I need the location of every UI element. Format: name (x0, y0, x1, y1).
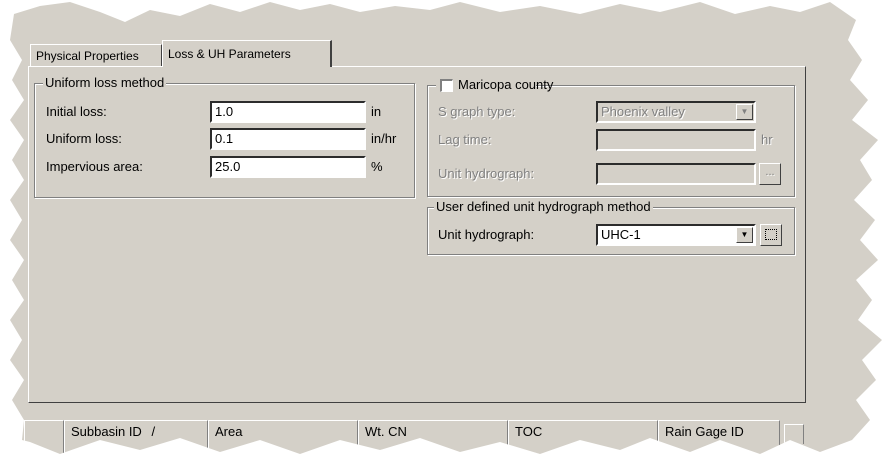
grid-col-area[interactable]: Area (208, 420, 358, 454)
chevron-down-icon[interactable]: ▼ (736, 227, 753, 243)
browse-label: ... (765, 166, 775, 178)
maricopa-checkbox[interactable] (440, 79, 453, 92)
grid-col-toc[interactable]: TOC (508, 420, 658, 454)
grid-scroll-button[interactable] (784, 424, 804, 444)
lag-time-input[interactable] (596, 129, 756, 151)
maricopa-unit-hydrograph-label: Unit hydrograph: (438, 166, 535, 181)
s-graph-type-value: Phoenix valley (601, 104, 685, 119)
unit-hydrograph-label: Unit hydrograph: (438, 227, 535, 242)
lag-time-label: Lag time: (438, 132, 492, 147)
initial-loss-unit: in (371, 104, 382, 119)
grid-col-subbasin-id-label: Subbasin ID (71, 424, 142, 439)
initial-loss-label: Initial loss: (46, 104, 107, 119)
tab-loss-uh-parameters[interactable]: Loss & UH Parameters (162, 40, 332, 67)
subbasin-grid-header: Subbasin ID / Area Wt. CN TOC Rain Gage … (24, 420, 814, 454)
tab-physical-properties[interactable]: Physical Properties (30, 44, 162, 66)
impervious-area-input[interactable]: 25.0 (210, 156, 366, 178)
uniform-loss-title: Uniform loss method (43, 75, 167, 91)
lag-time-unit: hr (761, 132, 773, 147)
s-graph-type-select[interactable]: Phoenix valley ▼ (596, 101, 756, 123)
s-graph-type-label: S graph type: (438, 104, 516, 119)
browse-button[interactable]: ... (759, 163, 781, 185)
maricopa-unit-hydrograph-input[interactable] (596, 163, 756, 185)
chevron-down-icon[interactable]: ▼ (736, 104, 753, 120)
screenshot-panel: Physical Properties Loss & UH Parameters… (10, 2, 882, 454)
grid-col-selector[interactable] (24, 420, 64, 454)
unit-hydrograph-select[interactable]: UHC-1 ▼ (596, 224, 756, 246)
maricopa-title: Maricopa county (458, 77, 554, 92)
grid-col-rain-gage-id[interactable]: Rain Gage ID (658, 420, 780, 454)
uniform-loss-input[interactable]: 0.1 (210, 128, 366, 150)
impervious-area-unit: % (371, 159, 383, 174)
unit-hydrograph-value: UHC-1 (601, 227, 641, 242)
uniform-loss-label: Uniform loss: (46, 131, 122, 146)
grid-col-subbasin-id[interactable]: Subbasin ID / (64, 420, 208, 454)
initial-loss-input[interactable]: 1.0 (210, 101, 366, 123)
dotted-box-icon (765, 229, 777, 240)
grid-col-wt-cn[interactable]: Wt. CN (358, 420, 508, 454)
uniform-loss-unit: in/hr (371, 131, 397, 146)
edit-unit-hydrograph-button[interactable] (760, 224, 782, 246)
sort-ascending-icon: / (151, 424, 156, 439)
maricopa-legend[interactable]: Maricopa county (436, 77, 553, 93)
impervious-area-label: Impervious area: (46, 159, 143, 174)
user-defined-title: User defined unit hydrograph method (434, 199, 653, 215)
